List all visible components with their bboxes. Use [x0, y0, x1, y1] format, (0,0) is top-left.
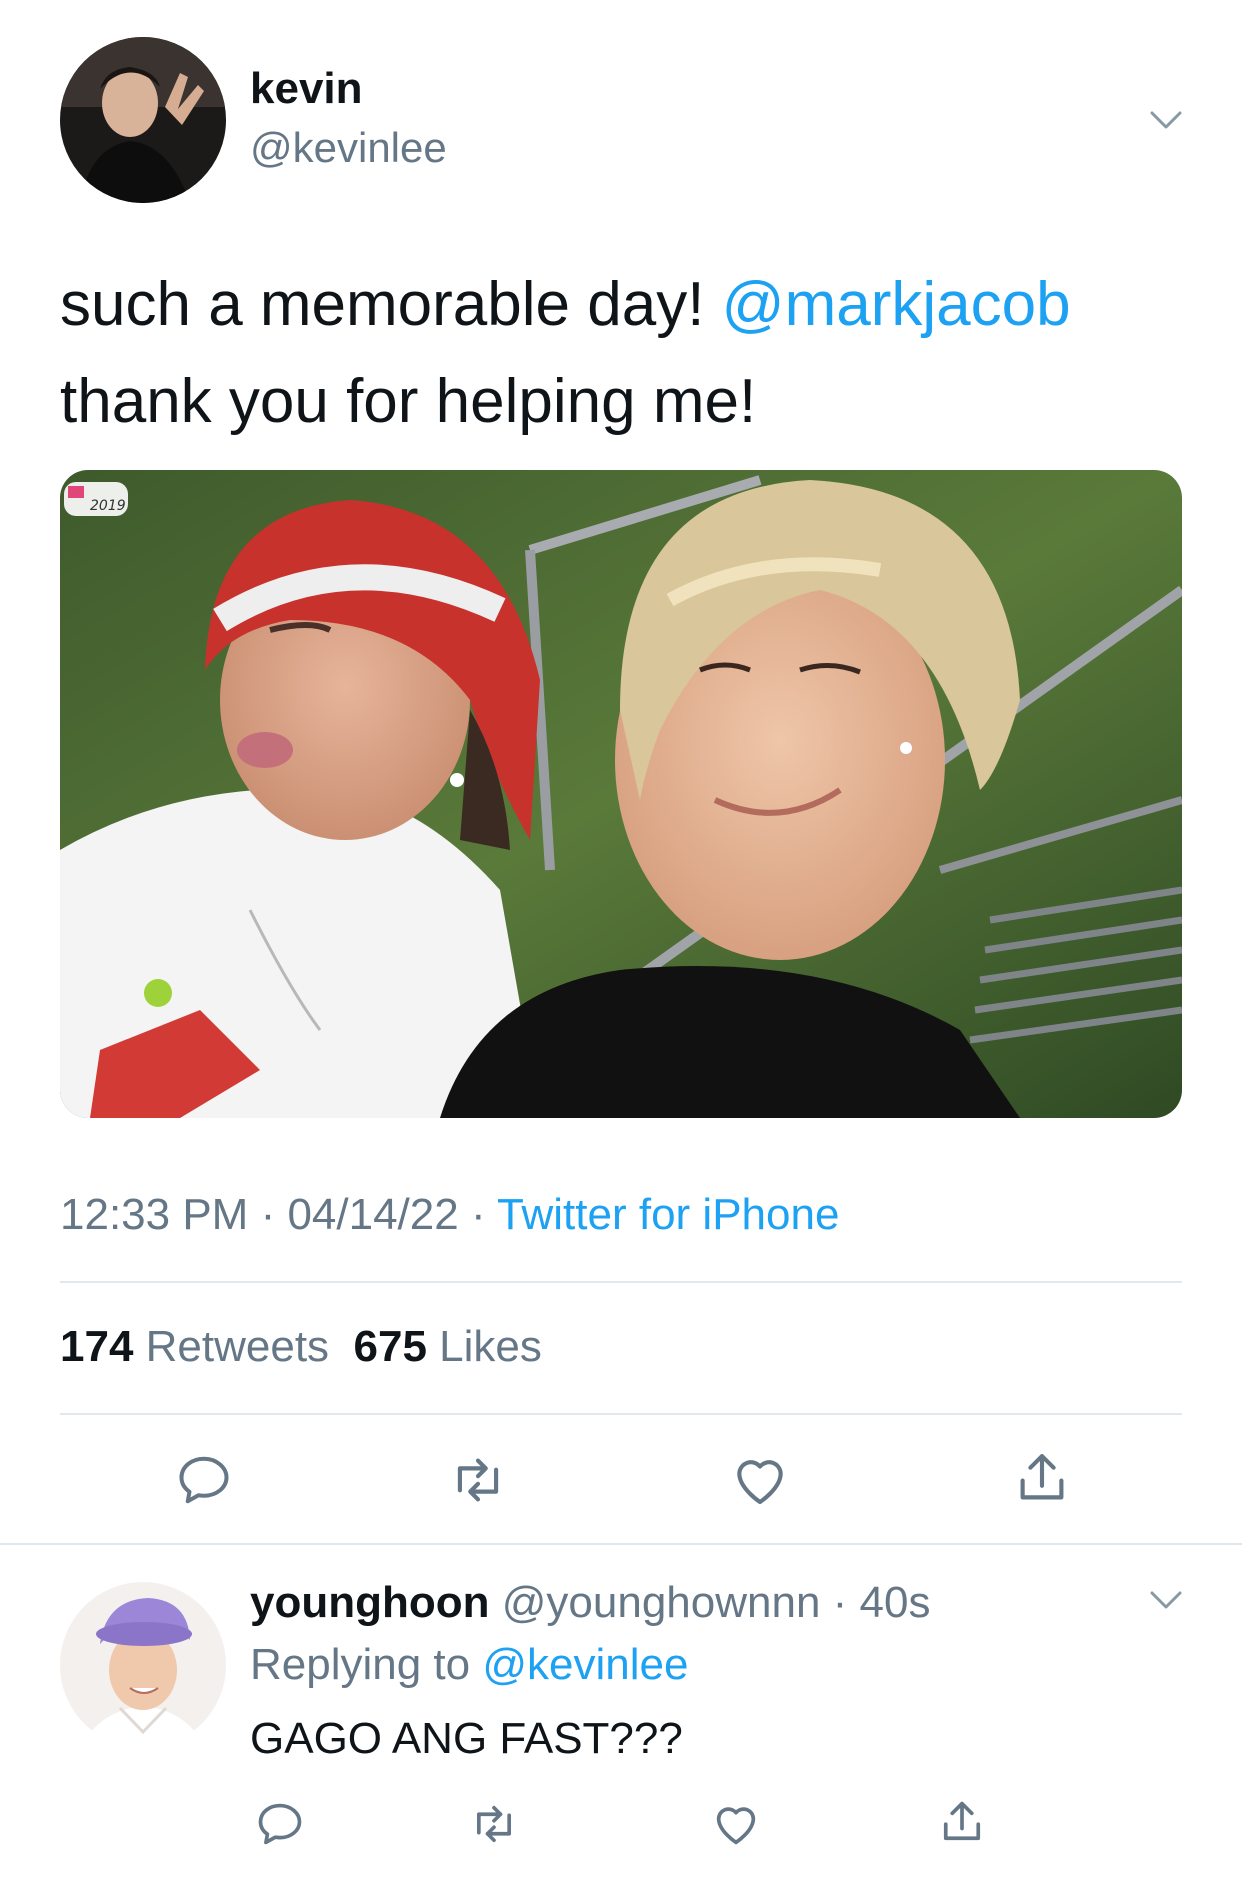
- divider: [60, 1281, 1182, 1283]
- tweet-text: such a memorable day! @markjacob thank y…: [60, 256, 1180, 450]
- retweets-stat[interactable]: 174 Retweets: [60, 1322, 329, 1371]
- retweet-icon: [457, 1458, 499, 1502]
- photo-badge: 2019: [64, 482, 128, 516]
- reply-button[interactable]: [172, 1448, 236, 1512]
- tweet-stats: 174 Retweets 675 Likes: [60, 1322, 542, 1372]
- tweet-date: 04/14/22: [287, 1190, 459, 1239]
- tweet-time: 12:33 PM: [60, 1190, 249, 1239]
- likes-count: 675: [353, 1322, 427, 1371]
- chevron-down-icon[interactable]: [1146, 100, 1186, 140]
- replying-to: Replying to @kevinlee: [250, 1640, 688, 1690]
- reply-icon: [179, 1456, 229, 1504]
- like-button[interactable]: [704, 1792, 768, 1856]
- author-handle[interactable]: @kevinlee: [250, 124, 447, 172]
- reply-button[interactable]: [248, 1792, 312, 1856]
- author-name[interactable]: kevin: [250, 64, 363, 114]
- retweet-icon: [476, 1805, 512, 1843]
- replying-prefix: Replying to: [250, 1640, 483, 1689]
- tweet-mention-link[interactable]: @markjacob: [722, 270, 1071, 339]
- tweet-source-link[interactable]: Twitter for iPhone: [497, 1190, 839, 1239]
- divider: [0, 1543, 1242, 1545]
- retweet-button[interactable]: [462, 1792, 526, 1856]
- reply-dot: ·: [820, 1578, 860, 1627]
- reply-author-avatar[interactable]: [60, 1582, 226, 1748]
- like-button[interactable]: [728, 1448, 792, 1512]
- author-avatar[interactable]: [60, 37, 226, 203]
- heart-icon: [737, 1460, 783, 1505]
- likes-label: Likes: [426, 1322, 542, 1371]
- likes-stat[interactable]: 675 Likes: [354, 1322, 542, 1371]
- tweet-meta: 12:33 PM · 04/14/22 · Twitter for iPhone: [60, 1190, 839, 1240]
- retweet-button[interactable]: [446, 1448, 510, 1512]
- tweet-text-part1: such a memorable day!: [60, 270, 722, 339]
- meta-separator: ·: [458, 1190, 498, 1239]
- tweet-detail-page: kevin @kevinlee such a memorable day! @m…: [0, 0, 1242, 1878]
- share-button[interactable]: [930, 1790, 994, 1854]
- share-button[interactable]: [1010, 1446, 1074, 1510]
- reply-author-handle[interactable]: @younghownnn: [502, 1578, 821, 1627]
- retweets-count: 174: [60, 1322, 134, 1371]
- chevron-down-icon[interactable]: [1146, 1580, 1186, 1620]
- reply-author-name[interactable]: younghoon: [250, 1578, 490, 1627]
- reply-header: younghoon @younghownnn · 40s: [250, 1578, 930, 1628]
- photo-badge-text: 2019: [90, 498, 126, 514]
- replying-to-link[interactable]: @kevinlee: [482, 1640, 688, 1689]
- reply-text: GAGO ANG FAST???: [250, 1714, 683, 1763]
- reply-age: 40s: [859, 1578, 931, 1627]
- heart-icon: [716, 1807, 756, 1845]
- tweet-text-part2: thank you for helping me!: [60, 367, 757, 436]
- divider: [60, 1413, 1182, 1415]
- tweet-photo[interactable]: 2019: [60, 470, 1182, 1118]
- share-icon: [1020, 1453, 1064, 1500]
- retweets-label: Retweets: [133, 1322, 330, 1371]
- reply-icon: [258, 1803, 302, 1845]
- meta-separator: ·: [248, 1190, 288, 1239]
- share-icon: [943, 1801, 981, 1841]
